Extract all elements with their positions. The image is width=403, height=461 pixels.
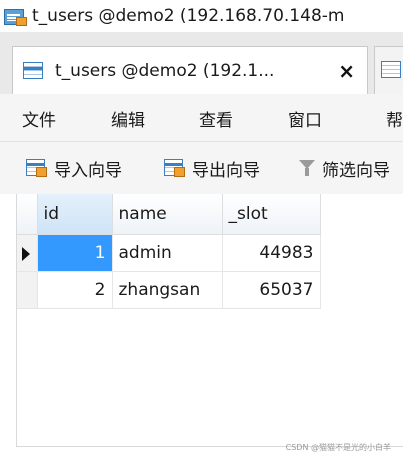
export-wizard-icon	[164, 158, 186, 178]
cell-name[interactable]: admin	[112, 234, 223, 272]
cell-id[interactable]: 2	[37, 271, 113, 309]
table-icon	[381, 61, 401, 78]
app-window: t_users @demo2 (192.168.70.148-m t_users…	[0, 0, 403, 461]
table-row[interactable]: 1 admin 44983	[17, 234, 321, 272]
row-header-corner	[17, 194, 38, 235]
table-app-icon	[4, 7, 27, 26]
filter-wizard-label: 筛选向导	[322, 160, 390, 181]
table-row[interactable]: 2 zhangsan 65037	[17, 271, 321, 309]
column-header-name[interactable]: name	[112, 194, 223, 235]
window-title: t_users @demo2 (192.168.70.148-m	[32, 6, 345, 26]
menu-help[interactable]: 帮	[386, 106, 403, 131]
tab-next[interactable]	[374, 46, 403, 94]
import-wizard-icon	[26, 158, 48, 178]
menu-window[interactable]: 窗口	[288, 106, 322, 131]
column-header-id[interactable]: id	[37, 194, 113, 235]
cell-id[interactable]: 1	[37, 234, 113, 272]
menu-bar: 文件 编辑 查看 窗口 帮	[0, 94, 403, 142]
cell-slot[interactable]: 44983	[222, 234, 321, 272]
row-selector[interactable]	[17, 271, 38, 309]
import-wizard-label: 导入向导	[54, 160, 122, 181]
cell-name[interactable]: zhangsan	[112, 271, 223, 309]
close-icon[interactable]: ×	[338, 59, 355, 83]
records-table: id name _slot 1 admin 44983 2 zhangsan 6…	[17, 194, 321, 309]
export-wizard-label: 导出向导	[192, 160, 260, 181]
menu-view[interactable]: 查看	[199, 106, 233, 131]
watermark: CSDN @猫猫不是光的小白羊	[285, 443, 391, 452]
column-header-slot[interactable]: _slot	[222, 194, 321, 235]
tab-strip: t_users @demo2 (192.1... ×	[0, 32, 403, 94]
import-wizard-button[interactable]: 导入向导	[26, 156, 122, 181]
tab-t-users[interactable]: t_users @demo2 (192.1... ×	[12, 46, 368, 94]
title-bar: t_users @demo2 (192.168.70.148-m	[0, 0, 403, 32]
current-row-pointer-icon	[22, 246, 30, 261]
cell-slot[interactable]: 65037	[222, 271, 321, 309]
export-wizard-button[interactable]: 导出向导	[164, 156, 260, 181]
toolbar: 导入向导 导出向导 筛选向导	[0, 142, 403, 194]
menu-file[interactable]: 文件	[22, 106, 56, 131]
tab-title: t_users @demo2 (192.1...	[55, 60, 275, 81]
filter-wizard-button[interactable]: 筛选向导	[298, 156, 390, 181]
table-icon	[23, 61, 45, 81]
menu-edit[interactable]: 编辑	[111, 106, 145, 131]
data-grid: id name _slot 1 admin 44983 2 zhangsan 6…	[16, 194, 403, 447]
header-row: id name _slot	[17, 194, 321, 235]
row-selector[interactable]	[17, 234, 38, 272]
filter-icon	[298, 158, 316, 178]
